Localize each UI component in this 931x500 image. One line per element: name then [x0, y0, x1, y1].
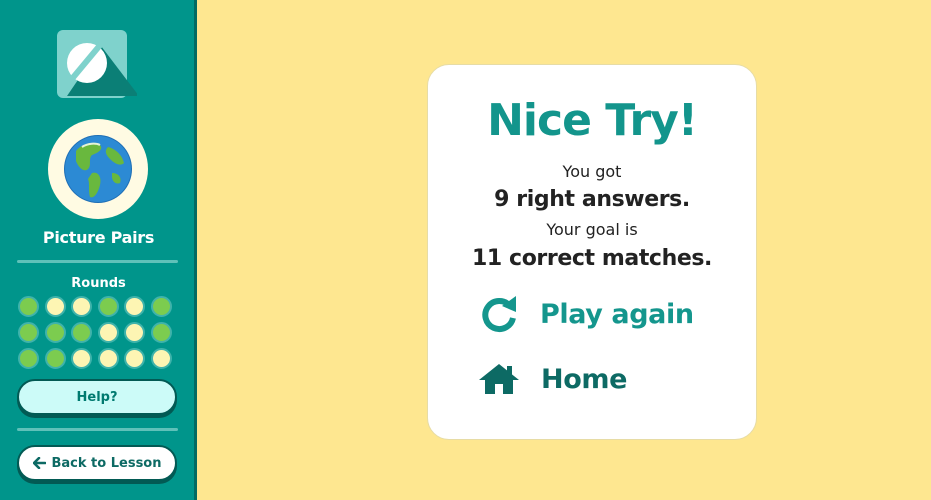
round-dot-18 [150, 348, 172, 369]
round-dot-7 [18, 322, 39, 343]
sidebar-divider-bottom [17, 428, 178, 431]
got-value: 9 right answers. [494, 187, 690, 212]
help-button-label: Help? [76, 389, 118, 405]
sidebar-divider [17, 260, 178, 263]
app-title: Picture Pairs [42, 228, 155, 247]
help-button[interactable]: Help? [17, 379, 177, 415]
round-dot-1 [18, 296, 39, 317]
round-dot-15 [71, 348, 92, 369]
home-label: Home [541, 363, 627, 395]
app-logo [57, 30, 139, 100]
result-headline: Nice Try! [487, 95, 698, 146]
refresh-icon [482, 296, 516, 333]
goal-prefix: Your goal is [546, 220, 638, 239]
round-dot-2 [44, 296, 66, 317]
round-dot-3 [71, 296, 92, 317]
back-to-lesson-label: Back to Lesson [51, 455, 162, 471]
home-icon [479, 364, 519, 394]
play-again-button[interactable]: Play again [480, 294, 694, 334]
round-dot-4 [97, 296, 119, 317]
arrow-left-icon [32, 457, 46, 469]
round-dot-10 [97, 322, 119, 343]
round-dot-14 [44, 348, 66, 369]
round-dot-17 [124, 348, 145, 369]
play-again-label: Play again [540, 298, 694, 330]
lesson-globe-badge [48, 119, 148, 219]
globe-icon [64, 135, 132, 203]
goal-value: 11 correct matches. [471, 246, 713, 271]
round-dot-9 [71, 322, 92, 343]
round-dot-6 [150, 296, 172, 317]
back-to-lesson-button[interactable]: Back to Lesson [17, 445, 177, 481]
round-dot-11 [124, 322, 145, 343]
round-dot-13 [18, 348, 39, 369]
round-dot-16 [97, 348, 119, 369]
got-prefix: You got [562, 162, 622, 181]
round-dot-8 [44, 322, 66, 343]
round-dot-5 [124, 296, 145, 317]
result-card: Nice Try! You got 9 right answers. Your … [427, 64, 757, 440]
rounds-label: Rounds [71, 276, 126, 291]
home-button[interactable]: Home [479, 362, 627, 396]
round-dot-12 [150, 322, 172, 343]
sidebar: Picture Pairs Rounds Help? Back to Lesso… [0, 0, 197, 500]
rounds-progress-grid [18, 296, 174, 369]
